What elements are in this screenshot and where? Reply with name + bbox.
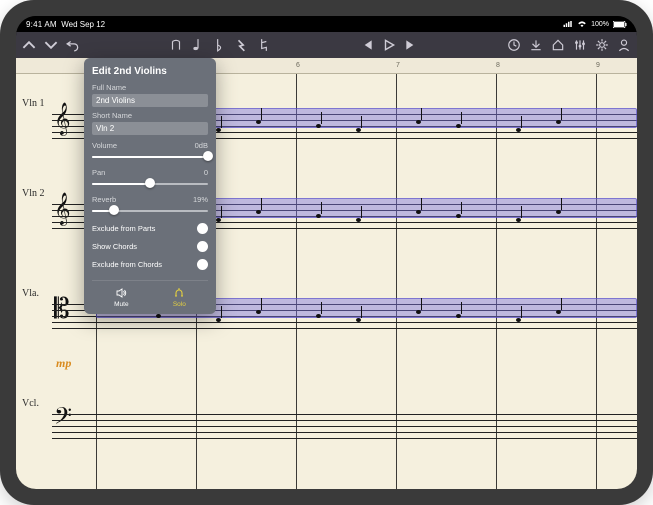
short-name-label: Short Name <box>92 111 208 120</box>
show-chords-toggle[interactable] <box>197 241 208 252</box>
ipad-frame: 9:41 AM Wed Sep 12 100% <box>0 0 653 505</box>
next-icon[interactable] <box>404 38 418 52</box>
note <box>416 120 421 124</box>
note <box>456 214 461 218</box>
play-icon[interactable] <box>382 38 396 52</box>
instrument-label: Vln 1 <box>22 98 45 109</box>
show-chords-label: Show Chords <box>92 242 137 251</box>
rest-icon[interactable] <box>235 38 249 52</box>
dynamic-marking: mp <box>56 356 71 371</box>
instrument-label: Vla. <box>22 288 39 299</box>
download-icon[interactable] <box>529 38 543 52</box>
screen: 9:41 AM Wed Sep 12 100% <box>16 16 637 489</box>
chevron-up-icon[interactable] <box>22 38 36 52</box>
note <box>156 314 161 318</box>
instrument-label: Vln 2 <box>22 188 45 199</box>
note <box>556 210 561 214</box>
staff-row[interactable]: Vcl.𝄢 <box>16 384 637 462</box>
note <box>556 310 561 314</box>
note <box>256 310 261 314</box>
battery-icon <box>613 21 627 28</box>
flat-icon[interactable] <box>213 38 227 52</box>
instrument-label: Vcl. <box>22 398 39 409</box>
notation-tools <box>169 38 271 52</box>
chevron-down-icon[interactable] <box>44 38 58 52</box>
panel-title: Edit 2nd Violins <box>92 66 208 77</box>
ruler-tick: 7 <box>396 62 400 69</box>
pan-value: 0 <box>204 168 208 177</box>
solo-icon <box>173 287 185 299</box>
exclude-chords-toggle[interactable] <box>197 259 208 270</box>
note <box>216 318 221 322</box>
exclude-parts-toggle[interactable] <box>197 223 208 234</box>
edit-instrument-panel: Edit 2nd Violins Full Name 2nd Violins S… <box>84 58 216 314</box>
note <box>316 214 321 218</box>
note <box>316 314 321 318</box>
solo-button[interactable]: Solo <box>173 287 186 308</box>
tuplet-icon[interactable] <box>169 38 183 52</box>
note <box>216 218 221 222</box>
profile-icon[interactable] <box>617 38 631 52</box>
ruler-tick: 9 <box>596 62 600 69</box>
note <box>456 124 461 128</box>
home-icon[interactable] <box>551 38 565 52</box>
note <box>516 128 521 132</box>
note <box>516 318 521 322</box>
short-name-input[interactable]: Vln 2 <box>92 122 208 135</box>
note <box>416 310 421 314</box>
note <box>416 210 421 214</box>
sliders-icon[interactable] <box>573 38 587 52</box>
note <box>256 120 261 124</box>
volume-slider[interactable] <box>92 152 208 162</box>
mute-icon <box>115 287 127 299</box>
note <box>356 218 361 222</box>
note <box>456 314 461 318</box>
reverb-slider[interactable] <box>92 206 208 216</box>
volume-value: 0dB <box>195 141 208 150</box>
clock-icon[interactable] <box>507 38 521 52</box>
stave-lines <box>52 414 637 442</box>
signal-icon <box>563 21 573 27</box>
note <box>216 128 221 132</box>
mute-button[interactable]: Mute <box>114 287 128 308</box>
status-time: 9:41 AM Wed Sep 12 <box>26 20 105 29</box>
wifi-icon <box>577 21 587 27</box>
note <box>556 120 561 124</box>
full-name-input[interactable]: 2nd Violins <box>92 94 208 107</box>
app-toolbar <box>16 32 637 58</box>
natural-icon[interactable] <box>257 38 271 52</box>
reverb-label: Reverb <box>92 195 116 204</box>
ios-statusbar: 9:41 AM Wed Sep 12 100% <box>16 16 637 32</box>
prev-icon[interactable] <box>360 38 374 52</box>
status-indicators: 100% <box>563 21 627 28</box>
pan-slider[interactable] <box>92 179 208 189</box>
reverb-value: 19% <box>193 195 208 204</box>
note <box>356 318 361 322</box>
ruler-tick: 6 <box>296 62 300 69</box>
note <box>256 210 261 214</box>
exclude-parts-label: Exclude from Parts <box>92 224 155 233</box>
undo-icon[interactable] <box>66 38 80 52</box>
ruler-tick: 8 <box>496 62 500 69</box>
note-icon[interactable] <box>191 38 205 52</box>
note <box>356 128 361 132</box>
note <box>516 218 521 222</box>
gear-icon[interactable] <box>595 38 609 52</box>
exclude-chords-label: Exclude from Chords <box>92 260 162 269</box>
full-name-label: Full Name <box>92 83 208 92</box>
note <box>316 124 321 128</box>
playback-controls <box>360 38 418 52</box>
pan-label: Pan <box>92 168 105 177</box>
volume-label: Volume <box>92 141 117 150</box>
battery-level: 100% <box>591 21 609 28</box>
